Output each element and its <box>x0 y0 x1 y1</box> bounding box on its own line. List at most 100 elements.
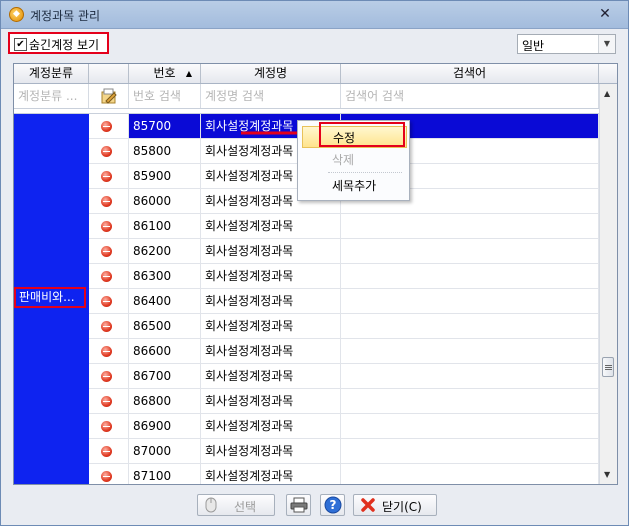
keyword-cell[interactable] <box>341 264 599 289</box>
column-header-keyword[interactable]: 검색어 <box>341 64 599 83</box>
status-cell[interactable] <box>89 289 129 314</box>
status-cell[interactable] <box>89 414 129 439</box>
account-name-cell[interactable]: 회사설정계정과목 <box>201 464 341 484</box>
account-number-cell[interactable]: 85900 <box>129 164 201 189</box>
status-minus-icon <box>101 146 112 157</box>
table-row[interactable]: 86300 회사설정계정과목 <box>14 264 599 289</box>
account-number-cell[interactable]: 85700 <box>129 114 201 139</box>
close-icon[interactable]: ✕ <box>596 5 614 23</box>
column-header-status[interactable] <box>89 64 129 83</box>
status-cell[interactable] <box>89 389 129 414</box>
edit-note-icon <box>101 88 117 104</box>
keyword-cell[interactable] <box>341 364 599 389</box>
sort-ascending-icon: ▲ <box>185 69 192 78</box>
keyword-cell[interactable] <box>341 464 599 484</box>
status-cell[interactable] <box>89 239 129 264</box>
account-name-cell[interactable]: 회사설정계정과목 <box>201 364 341 389</box>
account-number-cell[interactable]: 86600 <box>129 339 201 364</box>
filter-status[interactable] <box>89 84 129 108</box>
checkbox-checked-icon[interactable]: ✔ <box>14 38 27 51</box>
chevron-down-icon[interactable]: ▼ <box>598 35 615 53</box>
account-number-cell[interactable]: 86300 <box>129 264 201 289</box>
keyword-cell[interactable] <box>341 339 599 364</box>
category-dropdown[interactable]: 일반 ▼ <box>517 34 616 54</box>
status-minus-icon <box>101 171 112 182</box>
table-row[interactable]: 87000 회사설정계정과목 <box>14 439 599 464</box>
account-number-cell[interactable]: 87100 <box>129 464 201 484</box>
table-row[interactable]: 86400 회사설정계정과목 <box>14 289 599 314</box>
account-name-cell[interactable]: 회사설정계정과목 <box>201 214 341 239</box>
account-number-cell[interactable]: 86900 <box>129 414 201 439</box>
account-name-cell[interactable]: 회사설정계정과목 <box>201 314 341 339</box>
account-number-cell[interactable]: 86500 <box>129 314 201 339</box>
filter-keyword[interactable]: 검색어 검색 <box>341 84 599 108</box>
scroll-down-arrow-icon[interactable]: ▼ <box>604 470 610 479</box>
status-cell[interactable] <box>89 114 129 139</box>
table-row[interactable]: 86800 회사설정계정과목 <box>14 389 599 414</box>
account-number-cell[interactable]: 86200 <box>129 239 201 264</box>
keyword-cell[interactable] <box>341 439 599 464</box>
account-number-cell[interactable]: 85800 <box>129 139 201 164</box>
annotation-highlight-box <box>319 122 405 147</box>
close-dialog-button[interactable]: 닫기(C) <box>353 494 437 516</box>
select-button[interactable]: 선택 <box>197 494 275 516</box>
table-row[interactable]: 86200 회사설정계정과목 <box>14 239 599 264</box>
account-management-window: ◆ 계정과목 관리 ✕ ✔ 숨긴계정 보기 일반 ▼ 계정분류 번호 ▲ 계정명… <box>0 0 629 526</box>
table-row[interactable]: 86100 회사설정계정과목 <box>14 214 599 239</box>
status-cell[interactable] <box>89 339 129 364</box>
filter-number[interactable]: 번호 검색 <box>129 84 201 108</box>
account-name-cell[interactable]: 회사설정계정과목 <box>201 239 341 264</box>
keyword-cell[interactable] <box>341 289 599 314</box>
table-row[interactable]: 86900 회사설정계정과목 <box>14 414 599 439</box>
context-menu-delete: 삭제 <box>332 153 355 167</box>
table-row[interactable]: 87100 회사설정계정과목 <box>14 464 599 484</box>
column-header-account-name[interactable]: 계정명 <box>201 64 341 83</box>
keyword-cell[interactable] <box>341 214 599 239</box>
keyword-cell[interactable] <box>341 414 599 439</box>
account-name-cell[interactable]: 회사설정계정과목 <box>201 289 341 314</box>
status-minus-icon <box>101 446 112 457</box>
status-minus-icon <box>101 321 112 332</box>
status-cell[interactable] <box>89 439 129 464</box>
status-cell[interactable] <box>89 189 129 214</box>
account-number-cell[interactable]: 87000 <box>129 439 201 464</box>
status-cell[interactable] <box>89 164 129 189</box>
table-row[interactable]: 86600 회사설정계정과목 <box>14 339 599 364</box>
filter-row: 계정분류 ... 번호 검색 계정명 검색 검색어 검색 <box>14 84 599 109</box>
account-number-cell[interactable]: 86100 <box>129 214 201 239</box>
table-row[interactable]: 86700 회사설정계정과목 <box>14 364 599 389</box>
status-cell[interactable] <box>89 314 129 339</box>
keyword-cell[interactable] <box>341 239 599 264</box>
account-name-cell[interactable]: 회사설정계정과목 <box>201 339 341 364</box>
scroll-up-arrow-icon[interactable]: ▲ <box>604 89 610 98</box>
account-number-cell[interactable]: 86800 <box>129 389 201 414</box>
filter-category[interactable]: 계정분류 ... <box>14 84 89 108</box>
show-hidden-accounts-checkbox[interactable]: ✔ 숨긴계정 보기 <box>8 32 109 54</box>
keyword-cell[interactable] <box>341 389 599 414</box>
context-menu-add-subitem[interactable]: 세목추가 <box>302 175 407 197</box>
account-name-cell[interactable]: 회사설정계정과목 <box>201 389 341 414</box>
account-number-cell[interactable]: 86000 <box>129 189 201 214</box>
vertical-scrollbar[interactable]: ▲ ▼ <box>599 84 617 484</box>
scrollbar-thumb[interactable] <box>602 357 614 377</box>
table-row[interactable]: 86500 회사설정계정과목 <box>14 314 599 339</box>
column-header-number[interactable]: 번호 ▲ <box>129 64 201 83</box>
account-name-cell[interactable]: 회사설정계정과목 <box>201 439 341 464</box>
status-cell[interactable] <box>89 214 129 239</box>
account-name-cell[interactable]: 회사설정계정과목 <box>201 264 341 289</box>
status-cell[interactable] <box>89 364 129 389</box>
filter-account-name[interactable]: 계정명 검색 <box>201 84 341 108</box>
account-number-cell[interactable]: 86700 <box>129 364 201 389</box>
help-button[interactable]: ? <box>320 494 345 516</box>
status-cell[interactable] <box>89 139 129 164</box>
keyword-cell[interactable] <box>341 314 599 339</box>
status-minus-icon <box>101 346 112 357</box>
column-header-category[interactable]: 계정분류 <box>14 64 89 83</box>
status-cell[interactable] <box>89 464 129 484</box>
footer-buttons: 선택 ? 닫기(C) <box>1 491 628 521</box>
status-cell[interactable] <box>89 264 129 289</box>
account-number-cell[interactable]: 86400 <box>129 289 201 314</box>
account-name-cell[interactable]: 회사설정계정과목 <box>201 414 341 439</box>
print-button[interactable] <box>286 494 311 516</box>
title-bar: ◆ 계정과목 관리 ✕ <box>1 1 628 29</box>
